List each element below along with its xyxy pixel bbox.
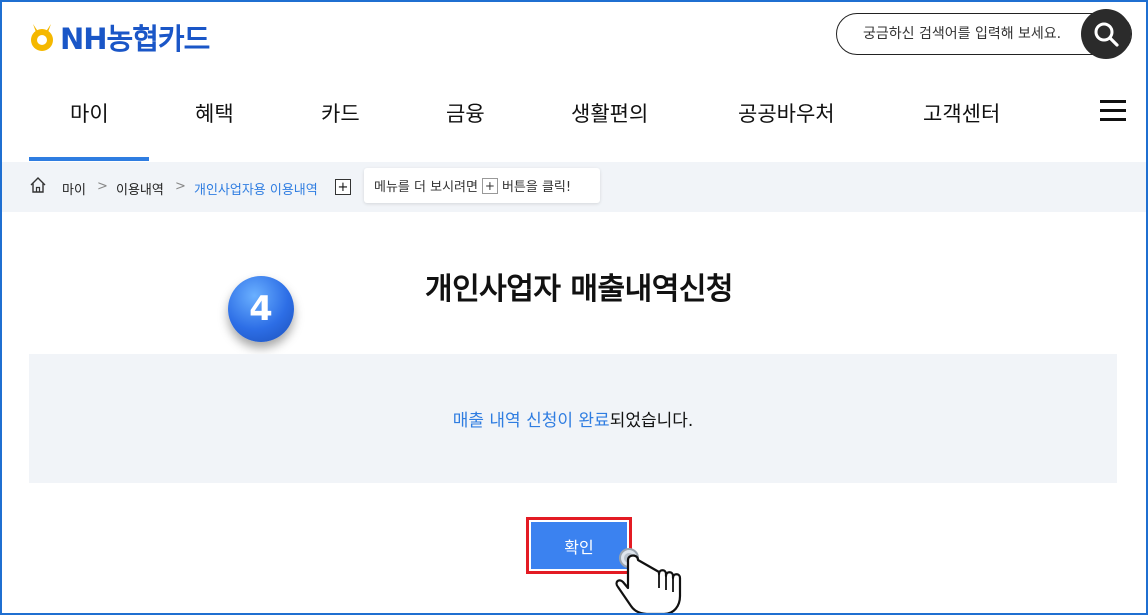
hamburger-menu-icon[interactable] <box>1100 100 1126 122</box>
hand-pointer-icon <box>615 548 682 615</box>
breadcrumb-item-my[interactable]: 마이 <box>62 179 86 198</box>
completion-message-rest: 되었습니다. <box>609 411 694 431</box>
breadcrumb-tooltip: 메뉴를 더 보시려면 + 버튼을 클릭! <box>364 168 600 203</box>
tooltip-plus-icon: + <box>481 177 498 194</box>
breadcrumb-more-button[interactable]: + <box>335 179 351 195</box>
completion-message-highlight: 매출 내역 신청이 완료 <box>452 411 610 431</box>
tooltip-text-before: 메뉴를 더 보시려면 <box>374 180 478 195</box>
completion-message-box: 매출 내역 신청이 완료 되었습니다. <box>29 354 1117 483</box>
nav-item-finance[interactable]: 금융 <box>446 98 485 128</box>
breadcrumb-item-usage[interactable]: 이용내역 <box>116 179 164 198</box>
active-tab-indicator <box>29 157 149 161</box>
breadcrumb: 마이 > 이용내역 > 개인사업자용 이용내역 + 메뉴를 더 보시려면 + 버… <box>2 162 1146 212</box>
home-icon[interactable] <box>29 176 47 198</box>
confirm-button[interactable]: 확인 <box>531 522 627 569</box>
nav-item-life-convenience[interactable]: 생활편의 <box>571 98 648 128</box>
breadcrumb-separator: > <box>97 179 108 194</box>
breadcrumb-item-current: 개인사업자용 이용내역 <box>194 183 318 198</box>
tooltip-text-after: 버튼을 클릭! <box>501 180 572 195</box>
step-number-badge: 4 <box>228 276 294 342</box>
search-button[interactable] <box>1081 9 1131 59</box>
main-nav: 마이 혜택 카드 금융 생활편의 공공바우처 고객센터 <box>0 86 1148 162</box>
logo-text: NH농협카드 <box>60 22 210 56</box>
nav-item-public-voucher[interactable]: 공공바우처 <box>738 98 835 128</box>
nav-item-benefits[interactable]: 혜택 <box>195 98 234 128</box>
nh-card-logo[interactable]: NH농협카드 <box>28 20 210 56</box>
search-input[interactable] <box>863 26 1083 42</box>
nav-item-customer-center[interactable]: 고객센터 <box>923 98 1000 128</box>
search-icon <box>1094 22 1119 47</box>
nav-item-my[interactable]: 마이 <box>70 98 109 128</box>
breadcrumb-separator: > <box>175 179 186 194</box>
page-title: 개인사업자 매출내역신청 <box>424 272 734 307</box>
nh-logo-icon <box>28 21 56 53</box>
nav-item-card[interactable]: 카드 <box>321 98 360 128</box>
